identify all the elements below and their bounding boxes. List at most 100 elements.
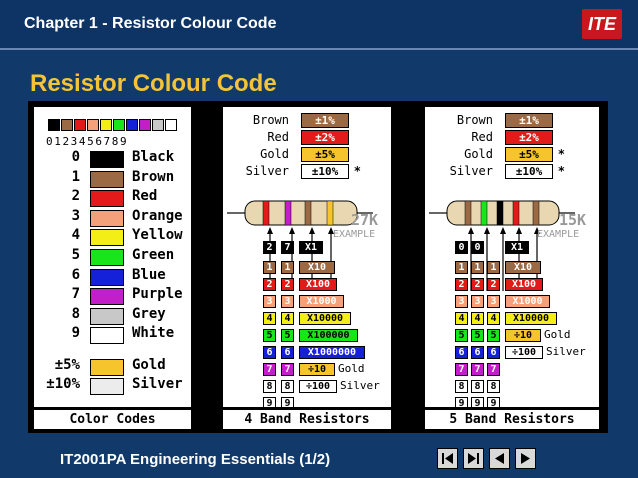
digit-cell: 8 (263, 380, 276, 393)
digit-swatch (139, 119, 151, 131)
next-slide-button[interactable] (515, 448, 536, 469)
digit-cell: 1 (263, 261, 276, 274)
digit-cell: 1 (471, 261, 484, 274)
tolerance-row: Silver ±10% * (443, 164, 565, 179)
multiplier-cell: X10000 (505, 312, 557, 325)
tolerance-row: ±10% Silver (34, 376, 191, 395)
first-slide-button[interactable] (437, 448, 458, 469)
digit-cell: 1 (281, 261, 294, 274)
multiplier-cell: ÷100 (299, 380, 337, 393)
tolerance-row: Gold ±5% (239, 147, 349, 162)
band-code-row: 4 4 4 X10000 (425, 312, 599, 325)
band-code-row: 6 6 X1000000 (223, 346, 391, 359)
multiplier-cell: X10000 (299, 312, 351, 325)
digit-cell: 8 (487, 380, 500, 393)
tolerance-value: ±10% (301, 164, 349, 179)
color-name: Green (132, 247, 175, 263)
five-band-column: Brown ±1% Red ±2% Gold ±5% * Silver ±10% * 15K EX… (425, 107, 599, 429)
digit-cell: 3 (263, 295, 276, 308)
color-code-row: 0 Black (34, 149, 191, 168)
color-code-row: 1 Brown (34, 169, 191, 188)
band-code-row: 5 5 5 ÷10 Gold (425, 328, 599, 342)
digit-value: 5 (71, 247, 80, 263)
color-swatch (90, 151, 124, 168)
example-value: 15K (559, 211, 587, 229)
band-code-row: 1 1 1 X10 (425, 261, 599, 274)
tolerance-color-name: Red (267, 130, 289, 144)
color-swatch (90, 268, 124, 286)
color-name: White (132, 325, 175, 342)
color-swatch (90, 229, 124, 247)
digit-cell: 5 (455, 329, 468, 342)
digit-cell: 1 (487, 261, 500, 274)
tolerance-value: ±1% (505, 113, 553, 128)
tolerance-value: ±5% (301, 147, 349, 162)
digit-value: 6 (71, 266, 80, 283)
digit-cell: 5 (281, 329, 294, 342)
multiplier-cell: ÷100 (505, 346, 543, 359)
color-swatch (90, 190, 124, 208)
digit-cell: 2 (263, 278, 276, 291)
color-name: Grey (132, 305, 166, 322)
color-code-row: 7 Purple (34, 286, 191, 306)
digit-swatch (165, 119, 177, 131)
multiplier-color-name: Silver (340, 379, 380, 392)
color-codes-footer: Color Codes (34, 407, 191, 429)
digit-swatch (87, 119, 99, 131)
digit-cell: 8 (455, 380, 468, 393)
digit-swatch (113, 119, 125, 131)
color-name: Silver (132, 376, 183, 392)
color-swatch (90, 170, 124, 188)
tolerance-row: Silver ±10% * (239, 164, 361, 179)
tolerance-color-name: Red (471, 130, 493, 144)
resistor-band (480, 200, 488, 226)
multiplier-cell: X1000 (505, 295, 550, 308)
band-code-row: 1 1 X10 (223, 261, 391, 274)
example-digit: 7 (281, 241, 294, 254)
color-codes-column: 0123456789 0 Black 1 Brown 2 Red 3 Orange 4 Yello… (34, 107, 191, 429)
example-label: EXAMPLE (537, 229, 580, 240)
digit-cell: 2 (281, 278, 294, 291)
color-code-row: 8 Grey (34, 306, 191, 325)
example-digit: 2 (263, 241, 276, 254)
digit-cell: 2 (471, 278, 484, 291)
color-name: Gold (132, 357, 166, 373)
tolerance-value: ±10% (505, 164, 553, 179)
page-title: Resistor Colour Code (30, 70, 277, 97)
digit-swatch (74, 119, 86, 131)
resistor-band (326, 200, 334, 226)
digit-value: 3 (71, 207, 80, 224)
tolerance-color-name: Brown (456, 113, 493, 127)
last-slide-button[interactable] (463, 448, 484, 469)
example-label: EXAMPLE (333, 229, 376, 240)
asterisk: * (557, 147, 565, 161)
resistor-body (244, 200, 358, 226)
digit-cell: 4 (471, 312, 484, 325)
resistor-band (496, 200, 504, 226)
band-code-row: 3 3 3 X1000 (425, 295, 599, 308)
tolerance-color-name: Silver (449, 164, 493, 178)
digit-cell: 6 (487, 346, 500, 359)
color-swatch (90, 249, 124, 266)
color-name: Black (132, 149, 175, 165)
pointer-arrow (500, 227, 506, 234)
header-bar: Chapter 1 - Resistor Colour Code ITE (0, 0, 638, 50)
pointer-arrow (484, 227, 490, 234)
digit-cell: 7 (455, 363, 468, 376)
digit-cell: 4 (487, 312, 500, 325)
digit-value: 4 (71, 227, 80, 244)
last-slide-icon (468, 453, 479, 464)
multiplier-cell: X1000 (299, 295, 344, 308)
multiplier-cell: ÷10 (505, 329, 541, 342)
digit-cell: 5 (487, 329, 500, 342)
digit-cell: 4 (281, 312, 294, 325)
asterisk: * (557, 164, 565, 178)
resistor-band (532, 200, 540, 226)
digit-cell: 8 (281, 380, 294, 393)
digit-cell: 6 (471, 346, 484, 359)
digit-cell: 2 (487, 278, 500, 291)
tolerance-row: Brown ±1% (443, 113, 553, 128)
digit-swatch (126, 119, 138, 131)
resistor-band (512, 200, 520, 226)
previous-slide-button[interactable] (489, 448, 510, 469)
